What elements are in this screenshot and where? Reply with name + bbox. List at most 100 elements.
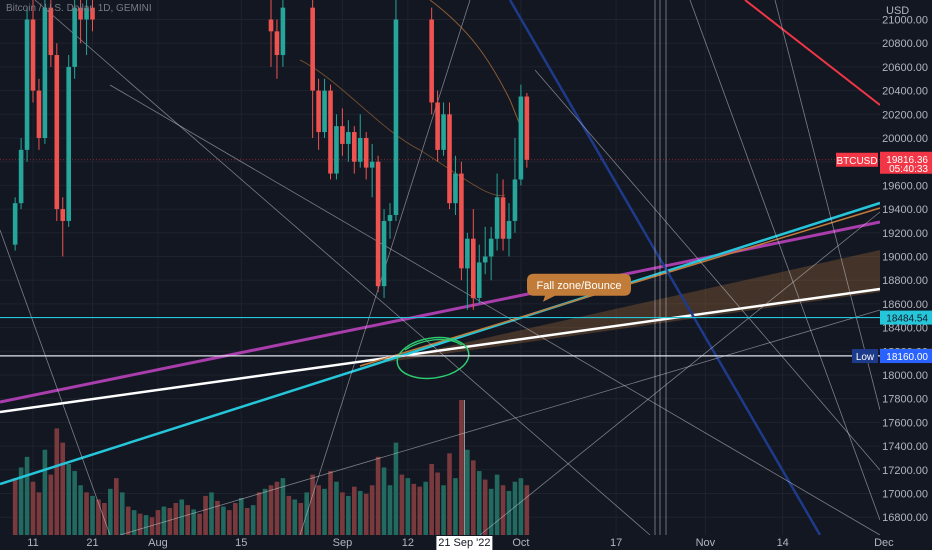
candle-body [54, 55, 60, 210]
price-tick-label: 19400.00 [882, 204, 928, 216]
low-tag-label: 18160.00 [886, 352, 928, 363]
volume-bar [48, 474, 54, 535]
candle-body [512, 179, 518, 221]
volume-bar [119, 492, 125, 535]
price-tick-label: 20200.00 [882, 109, 928, 121]
volume-bar [167, 508, 173, 535]
candle-body [375, 161, 381, 287]
candle-body [310, 7, 315, 91]
volume-bar [96, 499, 101, 535]
volume-bar [494, 474, 500, 535]
candle-body [363, 138, 369, 168]
candle-body [482, 256, 488, 263]
price-tick-label: 19000.00 [882, 252, 928, 264]
last-price-time: 05:40:33 [889, 164, 928, 175]
candle-body [48, 7, 54, 56]
price-tick-label: 20600.00 [882, 62, 928, 74]
price-tick-label: 16800.00 [882, 512, 928, 524]
candle-body [30, 19, 36, 91]
candle-body [24, 19, 30, 150]
volume-bar [387, 485, 393, 535]
price-tick-label: 19200.00 [882, 228, 928, 240]
volume-bar [72, 471, 77, 535]
volume-bar [84, 492, 89, 535]
time-tick-label: 21 [86, 537, 98, 549]
volume-bar [143, 515, 149, 535]
volume-bar [155, 510, 161, 535]
volume-bar [435, 472, 440, 535]
volume-bar [238, 498, 244, 535]
volume-bar [447, 453, 452, 535]
candle-body [393, 19, 399, 216]
volume-bar [30, 481, 36, 535]
price-tick-label: 17600.00 [882, 417, 928, 429]
price-chart[interactable]: Fall zone/Bounce USD 21000.0020800.00206… [0, 0, 932, 550]
candle-body [352, 132, 357, 162]
volume-bar [393, 442, 399, 535]
candle-body [441, 114, 446, 150]
volume-bar [108, 488, 113, 535]
volume-bar [316, 485, 321, 535]
volume-bar [310, 474, 315, 535]
volume-bar [298, 503, 304, 535]
volume-bar [357, 490, 363, 535]
volume-bar [500, 485, 506, 535]
volume-bar [36, 492, 42, 535]
candle-body [346, 132, 351, 144]
volume-bar [459, 400, 464, 535]
candle-body [316, 90, 321, 133]
candle-body [387, 215, 393, 221]
volume-bar [256, 492, 262, 535]
price-tick-label: 20000.00 [882, 133, 928, 145]
volume-bar [274, 481, 280, 535]
candle-body [494, 197, 500, 239]
volume-bar [476, 471, 482, 535]
low-symbol-label: Low [856, 352, 875, 363]
candle-body [280, 7, 286, 56]
volume-bar [233, 503, 238, 535]
volume-bar [411, 483, 417, 535]
volume-bar [185, 505, 190, 535]
candle-body [369, 161, 375, 168]
price-tick-label: 21000.00 [882, 15, 928, 27]
volume-bar [54, 428, 60, 535]
time-axis[interactable]: 11 21 Aug 15 Sep 12 Oct 17 Nov 14 Dec 21 Sep '22 [0, 535, 932, 550]
candle-body [453, 173, 458, 204]
candle-body [36, 90, 42, 138]
time-tick-label: 11 [27, 537, 38, 549]
price-tick-label: 20800.00 [882, 38, 928, 50]
volume-bar [66, 463, 71, 535]
volume-bar [465, 449, 470, 535]
candle-body [471, 238, 476, 298]
symbol-tag-label: BTCUSD [836, 156, 877, 167]
candle-body [429, 19, 434, 103]
time-tick-label: Aug [148, 537, 168, 549]
volume-bar [518, 478, 524, 535]
volume-bar [203, 495, 208, 535]
volume-bar [268, 485, 274, 535]
volume-bar [292, 499, 298, 535]
candle-body [459, 173, 464, 269]
price-tick-label: 18600.00 [882, 299, 928, 311]
callout-label: Fall zone/Bounce [537, 280, 622, 292]
date-tag-label: 21 Sep '22 [438, 537, 490, 549]
volume-bar [482, 479, 488, 535]
price-tick-label: 17800.00 [882, 394, 928, 406]
candle-body [518, 96, 524, 180]
volume-bar [417, 486, 423, 535]
volume-bar [90, 495, 95, 535]
candle-body [476, 262, 482, 298]
volume-bar [322, 488, 327, 535]
volume-bar [352, 486, 357, 535]
volume-bar [24, 456, 30, 535]
price-tick-label: 18800.00 [882, 275, 928, 287]
time-tick-label: Sep [333, 537, 353, 549]
candle-body [500, 197, 506, 239]
volume-bar [346, 495, 351, 535]
candle-body [465, 238, 470, 269]
price-tick-label: 17200.00 [882, 465, 928, 477]
volume-bar [12, 478, 18, 535]
volume-bar [244, 508, 250, 535]
price-tick-label: 17400.00 [882, 441, 928, 453]
level-tag-label: 18484.54 [886, 314, 928, 325]
